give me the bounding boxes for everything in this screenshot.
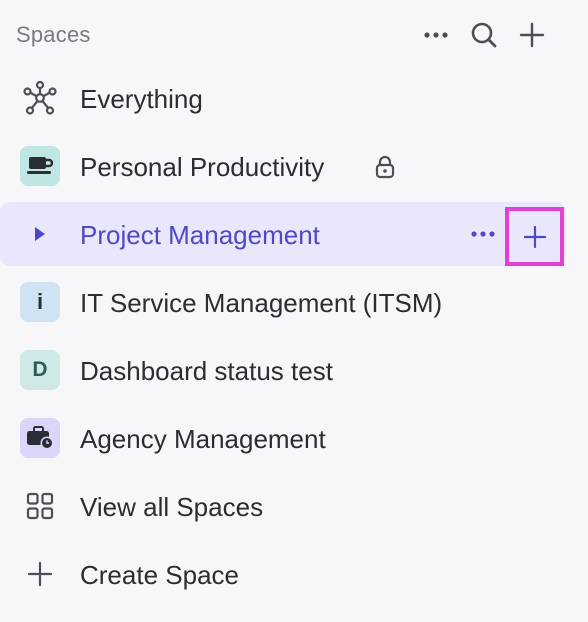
ellipsis-icon — [424, 32, 448, 38]
plus-icon — [27, 561, 53, 587]
view-all-spaces-item[interactable]: View all Spaces — [0, 474, 566, 538]
space-item-personal-productivity[interactable]: Personal Productivity — [0, 134, 566, 198]
briefcase-clock-icon — [27, 426, 54, 450]
space-item-project-management[interactable]: Project Management — [0, 202, 566, 266]
space-avatar: i — [20, 282, 60, 322]
space-avatar — [20, 418, 60, 458]
space-item-itsm[interactable]: i IT Service Management (ITSM) — [0, 270, 566, 334]
search-icon — [471, 22, 497, 48]
space-item-label: View all Spaces — [80, 492, 264, 522]
space-avatar: D — [20, 350, 60, 390]
plus-icon — [519, 22, 545, 48]
space-item-label: Agency Management — [80, 424, 326, 454]
spaces-search-button[interactable] — [467, 18, 501, 52]
space-item-everything[interactable]: Everything — [0, 66, 566, 130]
ellipsis-icon — [471, 231, 495, 237]
lock-icon — [375, 155, 395, 179]
space-item-label: Project Management — [80, 220, 320, 250]
space-item-label: IT Service Management (ITSM) — [80, 288, 443, 318]
spaces-header: Spaces — [0, 0, 588, 70]
add-space-button[interactable] — [515, 18, 549, 52]
spaces-sidebar: Spaces Everything Personal Productivity … — [0, 0, 588, 622]
spaces-more-button[interactable] — [419, 18, 453, 52]
create-space-item[interactable]: Create Space — [0, 542, 566, 606]
space-item-dashboard-status-test[interactable]: D Dashboard status test — [0, 338, 566, 402]
spaces-title: Spaces — [16, 22, 91, 47]
hub-icon — [23, 80, 57, 115]
space-avatar — [20, 146, 60, 186]
space-item-label: Dashboard status test — [80, 356, 333, 386]
space-item-label: Everything — [80, 84, 203, 114]
space-more-button[interactable] — [466, 217, 500, 251]
plus-icon — [523, 225, 546, 248]
space-item-agency-management[interactable]: Agency Management — [0, 406, 566, 470]
space-item-label: Personal Productivity — [80, 152, 325, 182]
space-item-label: Create Space — [80, 560, 239, 590]
coffee-cup-icon — [27, 157, 54, 174]
caret-right-icon[interactable] — [32, 225, 48, 243]
grid-icon — [26, 492, 54, 520]
space-add-item-button[interactable] — [505, 207, 564, 266]
